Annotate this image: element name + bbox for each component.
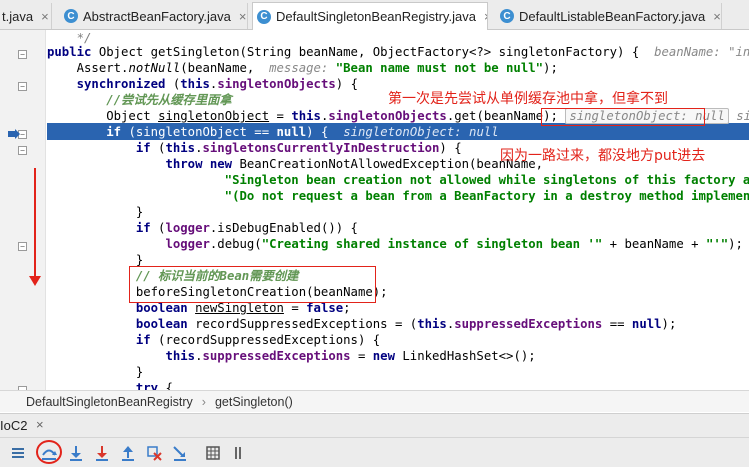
tab-label: DefaultSingletonBeanRegistry.java bbox=[276, 9, 476, 24]
annotation-arrow-head bbox=[29, 276, 41, 286]
tab-default-singleton-bean-registry[interactable]: C DefaultSingletonBeanRegistry.java × bbox=[252, 2, 488, 30]
code-line: boolean recordSuppressedExceptions = (th… bbox=[47, 317, 677, 331]
code-line: "Singleton bean creation not allowed whi… bbox=[47, 173, 749, 187]
breadcrumb-class[interactable]: DefaultSingletonBeanRegistry bbox=[26, 395, 193, 409]
breadcrumb-separator: › bbox=[201, 394, 206, 409]
tab-label: AbstractBeanFactory.java bbox=[83, 8, 231, 24]
more-icon[interactable] bbox=[231, 444, 249, 462]
step-out-icon[interactable] bbox=[119, 444, 137, 462]
debug-tab-ioc2[interactable]: IoC2 bbox=[0, 418, 27, 433]
code-line: logger.debug("Creating shared instance o… bbox=[165, 237, 743, 251]
debug-tab-bar: IoC2 × bbox=[0, 413, 749, 437]
class-icon: C bbox=[257, 9, 271, 24]
annotation-circle-step-over bbox=[36, 440, 62, 464]
code-line: } bbox=[47, 365, 144, 379]
fold-icon[interactable]: − bbox=[18, 50, 27, 59]
code-line: "(Do not request a bean from a BeanFacto… bbox=[47, 189, 749, 203]
list-icon[interactable] bbox=[9, 444, 27, 462]
step-into-icon[interactable] bbox=[67, 444, 85, 462]
annotation-box-inline-value bbox=[541, 108, 705, 126]
tab-label: DefaultListableBeanFactory.java bbox=[519, 8, 706, 24]
code-line: if (logger.isDebugEnabled()) { bbox=[47, 221, 358, 235]
tab-label: t.java bbox=[2, 8, 34, 24]
annotation-box-before-creation bbox=[129, 266, 376, 303]
code-line: } bbox=[47, 205, 144, 219]
class-icon: C bbox=[64, 9, 78, 23]
code-line: try { bbox=[47, 381, 173, 390]
code-line: if (recordSuppressedExceptions) { bbox=[47, 333, 381, 347]
editor-tab-bar: t.java × C AbstractBeanFactory.java × C … bbox=[0, 0, 749, 30]
code-editor[interactable]: */ public Object getSingleton(String bea… bbox=[47, 30, 749, 390]
code-line: this.suppressedExceptions = new LinkedHa… bbox=[47, 349, 536, 363]
close-icon[interactable]: × bbox=[41, 9, 49, 24]
close-icon[interactable]: × bbox=[239, 9, 247, 24]
code-line-current: if (singletonObject == null) { singleton… bbox=[47, 125, 499, 139]
breadcrumb-method[interactable]: getSingleton() bbox=[215, 395, 293, 409]
annotation-note-no-put: 因为一路过来，都没地方put进去 bbox=[500, 148, 706, 164]
evaluate-icon[interactable] bbox=[204, 444, 222, 462]
breadcrumb: DefaultSingletonBeanRegistry › getSingle… bbox=[0, 390, 749, 412]
class-icon: C bbox=[500, 9, 514, 23]
tab-default-listable-bean-factory[interactable]: C DefaultListableBeanFactory.java × bbox=[496, 3, 722, 29]
close-icon[interactable]: × bbox=[713, 9, 721, 24]
fold-icon[interactable]: − bbox=[18, 82, 27, 91]
fold-icon[interactable]: − bbox=[18, 242, 27, 251]
force-step-into-icon[interactable] bbox=[93, 444, 111, 462]
execution-point-icon bbox=[8, 129, 20, 139]
tab-t-java[interactable]: t.java × bbox=[0, 3, 52, 29]
tab-abstract-bean-factory[interactable]: C AbstractBeanFactory.java × bbox=[60, 3, 248, 29]
run-to-cursor-icon[interactable] bbox=[171, 444, 189, 462]
annotation-note-cache: 第一次是先尝试从单例缓存池中拿，但拿不到 bbox=[388, 91, 668, 107]
close-icon[interactable]: × bbox=[36, 417, 44, 432]
close-icon[interactable]: × bbox=[484, 9, 487, 24]
editor-gutter: − − − − − − bbox=[0, 30, 46, 395]
code-line: public Object getSingleton(String beanNa… bbox=[47, 45, 749, 59]
debug-toolbar bbox=[0, 437, 749, 467]
drop-frame-icon[interactable] bbox=[145, 444, 163, 462]
annotation-arrow-line bbox=[34, 168, 36, 280]
fold-icon[interactable]: − bbox=[18, 146, 27, 155]
code-line: Assert.notNull(beanName, message: "Bean … bbox=[47, 61, 558, 75]
